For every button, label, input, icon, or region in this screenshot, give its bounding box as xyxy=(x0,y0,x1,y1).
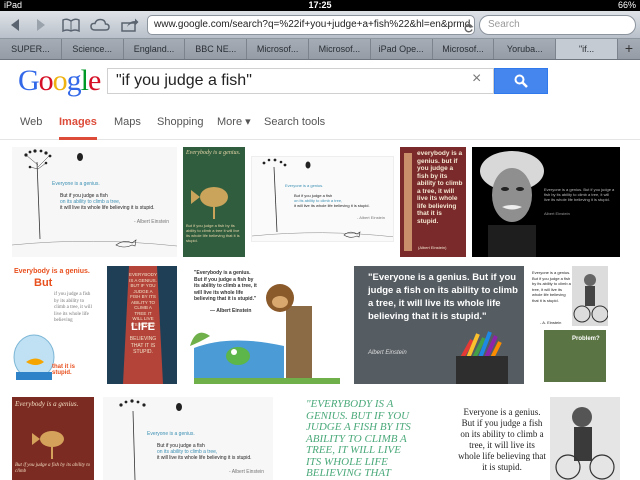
nav-web[interactable]: Web xyxy=(20,106,42,140)
bookmarks-icon[interactable] xyxy=(60,15,82,35)
problem-meme: Problem? xyxy=(544,330,606,382)
caption: Albert Einstein xyxy=(544,211,570,216)
caption: Everyone is a genius. But if you judge a… xyxy=(532,270,571,303)
browser-tab[interactable]: "if... xyxy=(556,39,618,59)
browser-tab[interactable]: Microsof... xyxy=(309,39,371,59)
logo-letter: o xyxy=(52,64,68,97)
query-input[interactable]: "if you judge a fish" xyxy=(107,68,494,94)
browser-tab[interactable]: England... xyxy=(124,39,186,59)
caption: "Everyone is a genius. But if you judge … xyxy=(368,272,518,322)
browser-tab[interactable]: SUPER... xyxy=(0,39,62,59)
logo-letter: e xyxy=(88,64,101,97)
caption: Everyone is a genius. xyxy=(147,431,195,437)
caption: Everyone is a genius. But if you judge a… xyxy=(544,187,615,202)
caption: Problem? xyxy=(572,336,600,342)
caption: Everyone is a genius. But if you judge a… xyxy=(458,407,546,472)
nav-search-tools[interactable]: Search tools xyxy=(264,106,325,140)
caption: it will live its whole life believing it… xyxy=(157,455,252,461)
caption: BELIEVING THAT IT IS STUPID. xyxy=(129,336,157,355)
status-bar: iPad 17:25 66% xyxy=(0,0,640,11)
image-result[interactable]: EVERYBODY IS A GENIUS. BUT IF YOU JUDGE … xyxy=(107,266,177,384)
caption: Everyone is a genius. xyxy=(52,181,100,187)
caption: that it is stupid. xyxy=(52,364,76,376)
einstein-bicycle-photo xyxy=(550,397,620,480)
forward-icon[interactable] xyxy=(30,15,52,35)
image-result[interactable]: Everyone is a genius. But if you judge a… xyxy=(472,147,620,257)
back-icon[interactable] xyxy=(4,15,26,35)
browser-tab[interactable]: iPad Ope... xyxy=(371,39,433,59)
search-nav: Web Images Maps Shopping More ▾ Search t… xyxy=(0,106,640,140)
reload-icon[interactable] xyxy=(464,20,474,38)
search-button[interactable] xyxy=(494,68,548,94)
google-header: Google "if you judge a fish" × xyxy=(0,60,640,106)
nav-images[interactable]: Images xyxy=(59,106,97,140)
caption: But if you judge a fish by its ability t… xyxy=(15,463,91,474)
tab-bar: SUPER... Science... England... BBC NE... Mic… xyxy=(0,39,640,60)
image-result[interactable]: Everyone is a genius. But if you judge a… xyxy=(446,397,620,480)
caption: - Albert Einstein xyxy=(357,215,386,220)
google-logo[interactable]: Google xyxy=(18,64,101,98)
image-result[interactable]: "Everybody is a genius. But if you judge… xyxy=(190,266,344,384)
browser-tab[interactable]: Microsof... xyxy=(247,39,309,59)
browser-tab[interactable]: Science... xyxy=(62,39,124,59)
logo-letter: G xyxy=(18,64,40,97)
clear-icon[interactable]: × xyxy=(472,70,481,88)
einstein-portrait xyxy=(480,151,544,257)
browser-tab[interactable]: Microsof... xyxy=(433,39,495,59)
caption: EVERYBODY IS A GENIUS. BUT IF YOU JUDGE … xyxy=(129,272,157,327)
clock: 17:25 xyxy=(308,0,332,10)
nav-more[interactable]: More ▾ xyxy=(217,106,251,140)
tree-illustration xyxy=(119,399,182,480)
share-icon[interactable] xyxy=(119,15,141,35)
image-results: Everyone is a genius. But if you judge a… xyxy=(0,140,640,480)
caption: But if you judge a fish by its ability t… xyxy=(186,223,240,243)
caption: - Albert Einstein xyxy=(229,469,265,475)
image-result[interactable]: "Everyone is a genius. But if you judge … xyxy=(354,266,524,384)
browser-tab[interactable]: BBC NE... xyxy=(185,39,248,59)
browser-toolbar: www.google.com/search?q=%22if+you+judge+… xyxy=(0,11,640,39)
nav-maps[interactable]: Maps xyxy=(114,106,141,140)
caption: if you judge a fish by its ability to cl… xyxy=(54,292,92,323)
image-result[interactable]: Everybody is a genius. But if you judge … xyxy=(12,397,94,480)
image-result[interactable]: Everyone is a genius. But if you judge a… xyxy=(12,147,177,257)
monkey-fish-cartoon xyxy=(190,284,340,384)
pencil-cup-illustration xyxy=(456,331,508,384)
caption: everybody is a genius. but if you judge … xyxy=(417,150,463,225)
image-result[interactable]: Everyone is a genius. But if you judge a… xyxy=(251,156,394,242)
caption: Everybody is a genius. xyxy=(14,268,90,275)
image-result[interactable]: everybody is a genius. but if you judge … xyxy=(400,147,466,257)
new-tab-button[interactable]: + xyxy=(618,39,640,59)
battery-level: 66% xyxy=(617,0,636,10)
caption: Everyone is a genius. xyxy=(285,183,324,188)
image-result[interactable]: Everyone is a genius. But if you judge a… xyxy=(103,397,273,480)
logo-letter: l xyxy=(80,64,89,97)
caption: - Albert Einstein xyxy=(134,219,170,225)
icloud-tabs-icon[interactable] xyxy=(89,15,111,35)
caption: (Albert Einstein) xyxy=(418,245,447,250)
image-result[interactable]: Everyone is a genius. But if you judge a… xyxy=(530,266,608,384)
image-result[interactable]: Everybody is a genius. But if you judge … xyxy=(12,266,93,384)
caption: "EVERYBODY IS A GENIUS. BUT IF YOU JUDGE… xyxy=(306,398,411,479)
browser-tab[interactable]: Yoruba... xyxy=(494,39,557,59)
caption: But xyxy=(34,277,53,289)
image-result[interactable]: Everybody is a genius. But if you judge … xyxy=(183,147,245,257)
image-result[interactable]: "EVERYBODY IS A GENIUS. BUT IF YOU JUDGE… xyxy=(300,397,420,480)
caption: it will live its whole life believing it… xyxy=(294,203,370,208)
search-field[interactable]: Search xyxy=(479,15,636,35)
logo-letter: g xyxy=(66,64,82,97)
caption: it will live its whole life believing it… xyxy=(60,205,155,211)
einstein-bicycle-photo xyxy=(572,266,608,326)
url-field[interactable]: www.google.com/search?q=%22if+you+judge+… xyxy=(147,15,475,35)
nav-shopping[interactable]: Shopping xyxy=(157,106,204,140)
caption: Albert Einstein xyxy=(368,350,407,356)
magnifier-icon xyxy=(514,74,528,88)
tree-illustration xyxy=(404,153,412,251)
logo-letter: o xyxy=(38,64,54,97)
caption: LIFE xyxy=(131,321,155,333)
caption: - A. Einstein xyxy=(540,320,562,325)
